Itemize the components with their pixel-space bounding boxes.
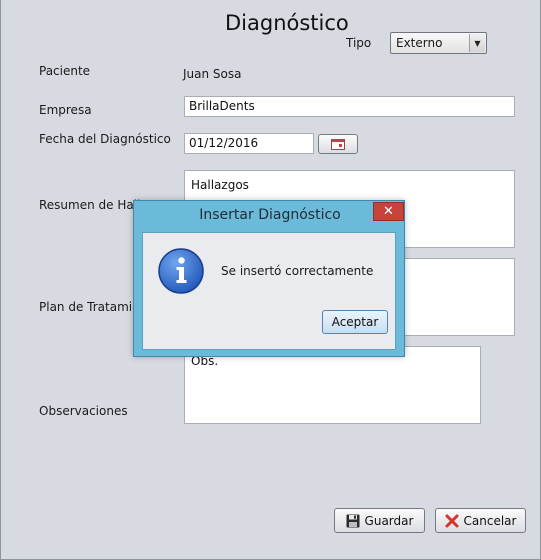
- close-button[interactable]: ✕: [373, 202, 404, 221]
- calendar-button[interactable]: [318, 134, 358, 154]
- floppy-disk-icon: [346, 514, 360, 527]
- chevron-down-icon[interactable]: ▼: [469, 34, 485, 52]
- cancelar-button[interactable]: Cancelar: [435, 508, 526, 533]
- info-icon: [158, 248, 204, 294]
- empresa-label: Empresa: [39, 103, 92, 117]
- dialog-body: Se insertó correctamente Aceptar: [142, 232, 396, 350]
- calendar-icon: [331, 138, 345, 150]
- tipo-select[interactable]: Externo ▼: [390, 32, 487, 54]
- fecha-label: Fecha del Diagnóstico: [39, 132, 171, 146]
- cancelar-label: Cancelar: [463, 513, 517, 528]
- insert-dialog: Insertar Diagnóstico ✕ Se insertó correc…: [133, 200, 405, 357]
- fecha-field[interactable]: 01/12/2016: [184, 133, 314, 154]
- empresa-field[interactable]: BrillaDents: [184, 96, 515, 117]
- red-x-icon: [445, 514, 459, 527]
- page-title: Diagnóstico: [225, 11, 349, 35]
- paciente-value: Juan Sosa: [183, 67, 242, 81]
- observaciones-label: Observaciones: [39, 404, 128, 418]
- aceptar-button[interactable]: Aceptar: [322, 310, 388, 334]
- dialog-title: Insertar Diagnóstico: [199, 207, 341, 223]
- guardar-button[interactable]: Guardar: [334, 508, 425, 533]
- plan-label: Plan de Tratamie: [39, 300, 140, 314]
- tipo-select-value: Externo: [396, 36, 443, 50]
- guardar-label: Guardar: [364, 513, 414, 528]
- resumen-label: Resumen de Hall: [39, 198, 141, 212]
- observaciones-textarea[interactable]: Obs.: [184, 346, 481, 424]
- diagnostico-window: Diagnóstico Tipo Externo ▼ Paciente Juan…: [0, 0, 541, 560]
- dialog-message: Se insertó correctamente: [221, 264, 374, 278]
- tipo-label: Tipo: [346, 36, 372, 50]
- paciente-label: Paciente: [39, 64, 91, 78]
